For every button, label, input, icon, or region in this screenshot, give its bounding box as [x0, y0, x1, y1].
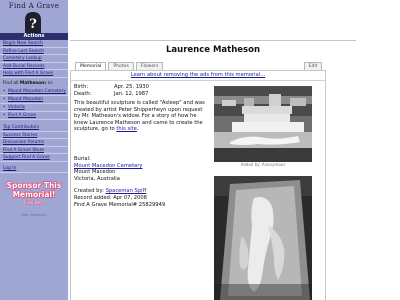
- find-a-grave-logo[interactable]: Find A Grave ?: [0, 0, 68, 34]
- begin-new-search-link[interactable]: Begin New Search: [0, 40, 68, 48]
- created-by-label: Created by:: [74, 188, 106, 195]
- burial-region: Victoria, Australia: [74, 175, 120, 182]
- refine-last-search-link[interactable]: Refine Last Search: [0, 48, 68, 56]
- discussion-forums-link[interactable]: Discussion Forums: [0, 139, 68, 147]
- death-row: Death: Jan. 12, 1987: [74, 91, 148, 97]
- bio-end: .: [136, 126, 139, 133]
- sponsor-line1: Sponsor This: [7, 181, 62, 190]
- sponsor-click-here: Click Here: [24, 200, 45, 205]
- death-value: Jan. 12, 1987: [114, 91, 149, 97]
- tab-photos[interactable]: Photos: [108, 62, 134, 70]
- remove-ads-link[interactable]: Learn about removing the ads from this m…: [70, 72, 326, 78]
- top-contributors-link[interactable]: Top Contributors: [0, 124, 68, 132]
- memorial-id: Find A Grave Memorial# 25829949: [74, 201, 166, 208]
- record-added: Record added: Apr 07, 2008: [74, 194, 147, 201]
- page: Find A Grave ? Actions Begin New Search …: [0, 0, 400, 300]
- birth-label: Birth:: [74, 84, 89, 90]
- cemetery-lookup-link[interactable]: Cemetery Lookup: [0, 55, 68, 63]
- sponsor-line2: Memorial!: [13, 190, 56, 199]
- find-all-item-label: Mount Macedon: [8, 97, 44, 102]
- logo-text: Find A Grave: [8, 2, 60, 10]
- actions-menu: Begin New Search Refine Last Search Ceme…: [0, 40, 68, 78]
- actions-header: Actions: [0, 33, 68, 40]
- find-all-prefix: Find all: [3, 81, 20, 86]
- bio-text: This beautiful sculpture is called "Asle…: [74, 100, 205, 133]
- login-link[interactable]: Log In: [0, 165, 68, 173]
- login-menu: Log In: [0, 165, 68, 173]
- svg-text:?: ?: [29, 17, 37, 32]
- find-all-item-label: Mount Macedon Cemetery: [8, 89, 66, 94]
- add-burial-records-link[interactable]: Add Burial Records: [0, 63, 68, 71]
- bullet-icon: •: [3, 113, 6, 118]
- bullet-icon: •: [3, 89, 6, 94]
- photo1-caption: Added by: Anonymous: [240, 162, 286, 167]
- community-menu: Top Contributors Success Stories Discuss…: [0, 124, 68, 162]
- support-link[interactable]: Support Find A Grave: [0, 154, 68, 162]
- creator-link[interactable]: Spaceman Spiff: [106, 188, 147, 194]
- bio-site-link[interactable]: this site: [116, 126, 136, 132]
- header-divider: [70, 40, 356, 41]
- burial-town: Mount Macedon: [74, 169, 116, 176]
- find-all-item-cemetery[interactable]: • Mount Macedon Cemetery: [0, 88, 68, 96]
- help-link[interactable]: Help with Find A Grave: [0, 70, 68, 78]
- tab-memorial[interactable]: Memorial: [75, 62, 107, 70]
- created-by-row: Created by: Spaceman Spiff: [74, 188, 208, 195]
- success-stories-link[interactable]: Success Stories: [0, 132, 68, 140]
- tab-flowers[interactable]: Flowers: [135, 62, 164, 70]
- burial-info: Burial: Mount Macedon Cemetery Mount Mac…: [74, 156, 208, 208]
- grave-photo-2[interactable]: [214, 176, 312, 300]
- sponsor-subtext: Add memorial: [21, 213, 47, 217]
- death-label: Death:: [74, 91, 92, 97]
- store-link[interactable]: Find A Grave Store: [0, 147, 68, 155]
- find-all-heading: Find all Mathesons in:: [3, 81, 53, 86]
- find-all-item-label: Victoria: [8, 105, 25, 110]
- grave-photo-1[interactable]: [214, 86, 312, 162]
- find-all-item-label: Find A Grave: [8, 113, 36, 118]
- find-all-surname: Matheson: [19, 81, 45, 86]
- find-all-item-town[interactable]: • Mount Macedon: [0, 96, 68, 104]
- bullet-icon: •: [3, 97, 6, 102]
- gravestone-question-icon: ?: [25, 12, 41, 33]
- sidebar: Find A Grave ? Actions Begin New Search …: [0, 0, 68, 300]
- find-all-menu: • Mount Macedon Cemetery • Mount Macedon…: [0, 88, 68, 120]
- birth-row: Birth: Apr. 25, 1930: [74, 84, 149, 90]
- memorial-tabs: Memorial Photos Flowers: [75, 62, 164, 70]
- page-title: Laurence Matheson: [166, 45, 260, 55]
- biography: This beautiful sculpture is called "Asle…: [74, 100, 208, 133]
- bullet-icon: •: [3, 105, 6, 110]
- find-all-item-site[interactable]: • Find A Grave: [0, 112, 68, 120]
- sponsor-memorial-banner[interactable]: Sponsor This Memorial! Click Here: [6, 178, 62, 213]
- find-all-item-region[interactable]: • Victoria: [0, 104, 68, 112]
- find-all-suffix: s in:: [44, 81, 54, 86]
- cemetery-link[interactable]: Mount Macedon Cemetery: [74, 163, 208, 170]
- birth-value: Apr. 25, 1930: [114, 84, 149, 90]
- burial-label: Burial:: [74, 156, 91, 162]
- edit-button[interactable]: Edit: [304, 62, 322, 70]
- ads-divider: [70, 80, 326, 81]
